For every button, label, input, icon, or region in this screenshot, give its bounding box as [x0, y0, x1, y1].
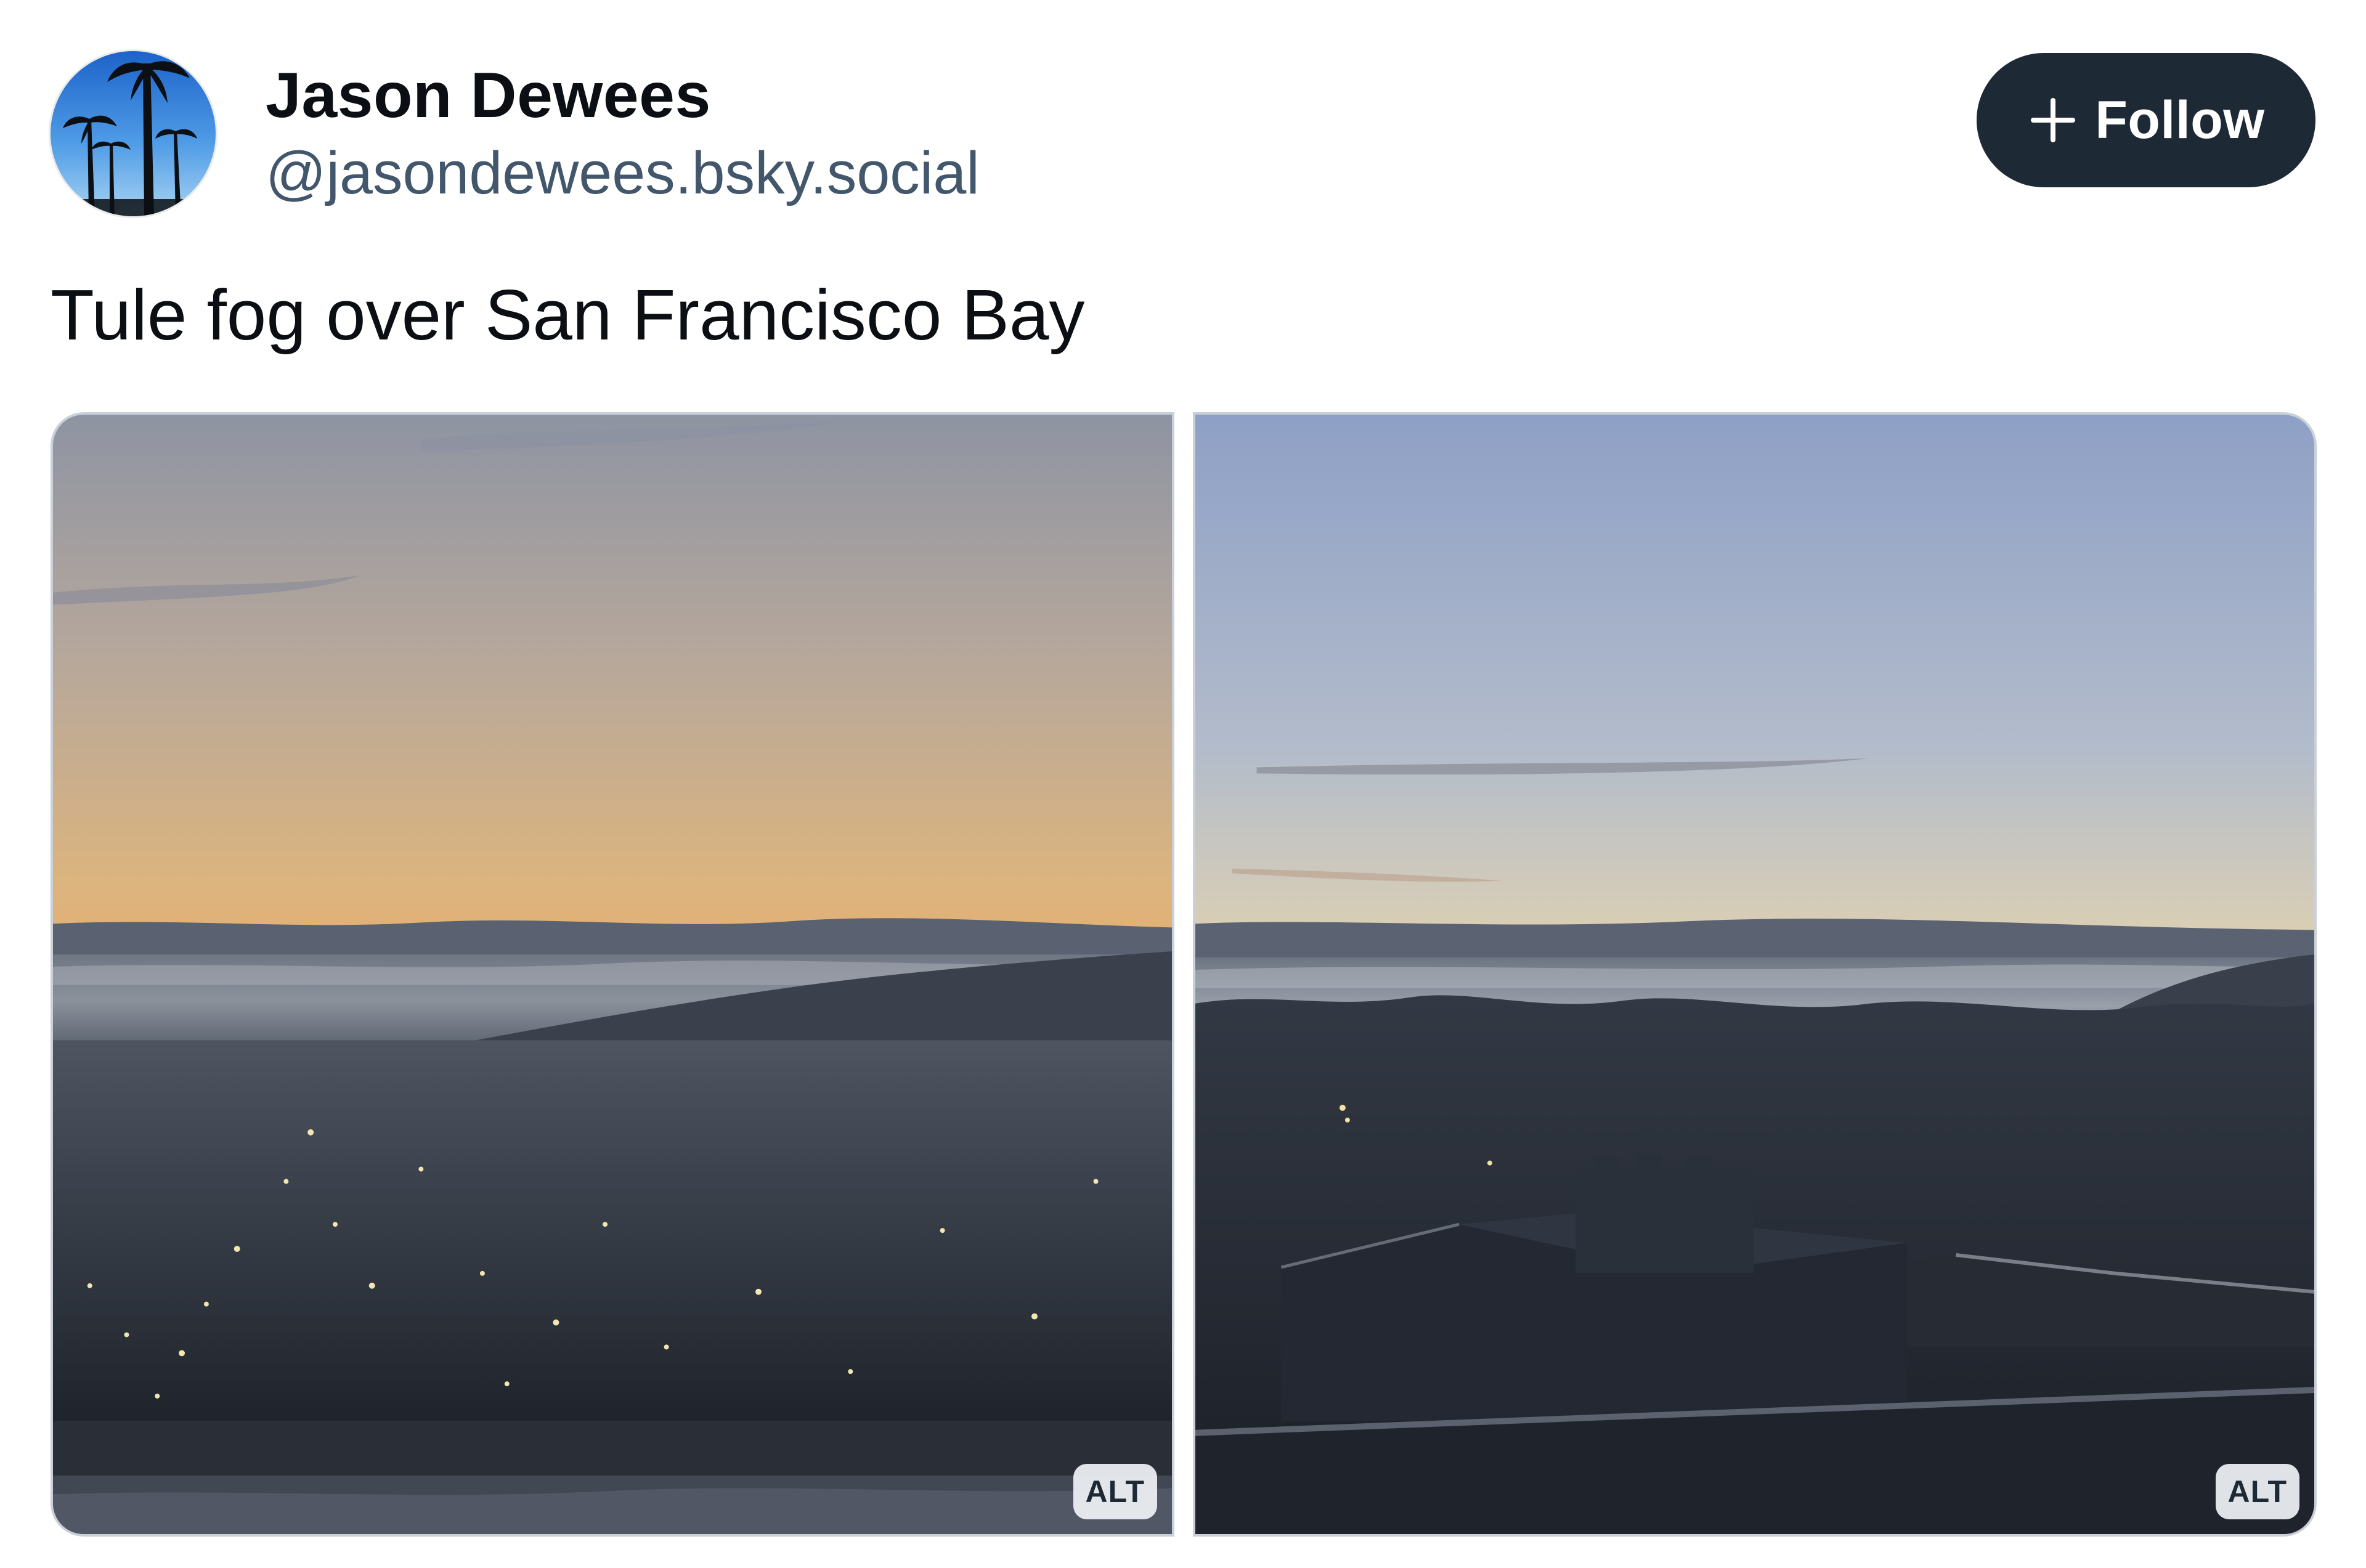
- alt-text-button[interactable]: ALT: [2215, 1464, 2299, 1519]
- image-gallery: ALT ALT: [51, 412, 2317, 1537]
- follow-button-label: Follow: [2095, 91, 2265, 150]
- sunset-fog-photo-2: [1195, 415, 2314, 1534]
- post-text: Tule fog over San Francisco Bay: [51, 275, 1085, 355]
- author-handle[interactable]: @jasondewees.bsky.social: [266, 139, 980, 208]
- post-image-1[interactable]: ALT: [51, 412, 1174, 1537]
- follow-button[interactable]: Follow: [1977, 53, 2315, 187]
- alt-text-button[interactable]: ALT: [1073, 1464, 1157, 1519]
- sunset-fog-photo-1: [53, 415, 1172, 1534]
- post-image-2[interactable]: ALT: [1193, 412, 2317, 1537]
- plus-icon: [2031, 98, 2076, 142]
- author-display-name[interactable]: Jason Dewees: [266, 59, 711, 133]
- author-avatar[interactable]: [51, 51, 216, 216]
- palm-trees-avatar-icon: [51, 51, 216, 216]
